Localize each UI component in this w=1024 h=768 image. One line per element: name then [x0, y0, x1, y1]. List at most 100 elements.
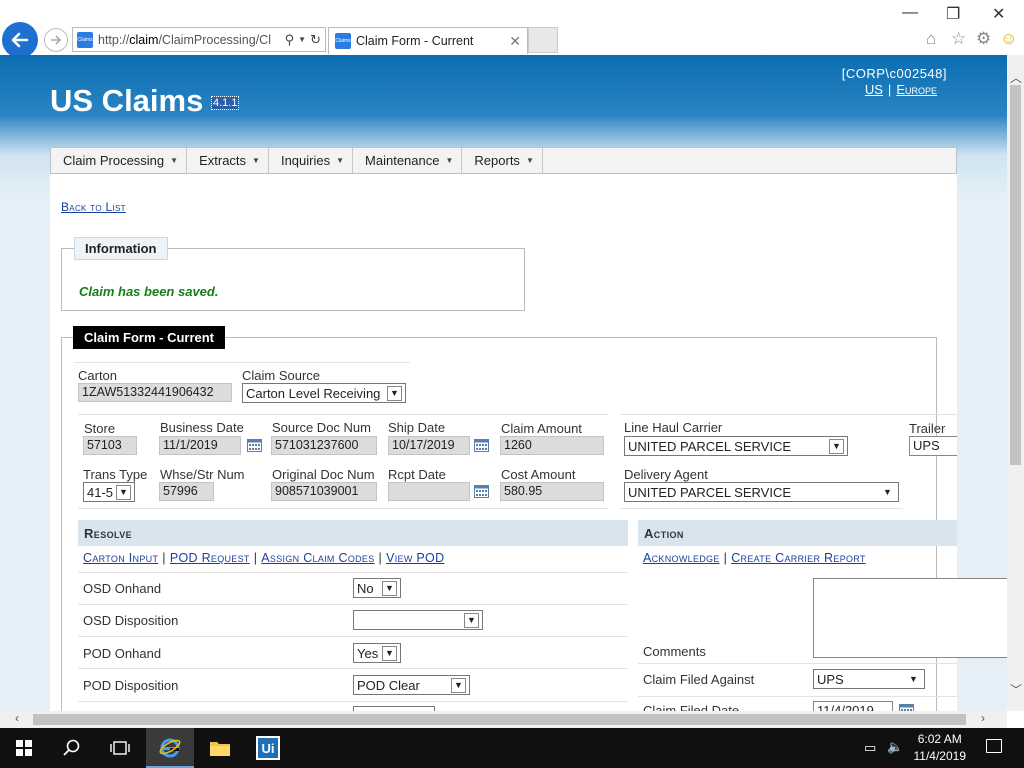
menu-claim-processing[interactable]: Claim Processing ▼ [51, 148, 188, 173]
trailer-input[interactable]: UPS [909, 436, 957, 456]
task-view-icon[interactable] [96, 728, 144, 768]
link-separator: | [378, 551, 383, 565]
divider [78, 636, 628, 637]
menu-reports[interactable]: Reports ▼ [462, 148, 543, 173]
information-panel: Information Claim has been saved. [61, 237, 525, 311]
claim-filed-against-select[interactable]: UPS ▼ [813, 669, 925, 689]
dropdown-arrow-icon[interactable]: ▼ [298, 35, 306, 44]
file-explorer-icon[interactable] [196, 728, 244, 768]
chevron-down-icon: ▼ [382, 645, 397, 661]
back-button[interactable] [2, 22, 38, 58]
rcpt-date-label: Rcpt Date [388, 467, 446, 482]
save-confirmation-message: Claim has been saved. [79, 284, 219, 299]
windows-start-icon[interactable] [0, 728, 48, 768]
osd-onhand-select[interactable]: No ▼ [353, 578, 401, 598]
page-viewport: [CORP\c002548] US | Europe US Claims 4.1.1… [0, 55, 1007, 711]
scroll-down-icon[interactable]: ﹀ [1010, 681, 1022, 698]
claim-source-select[interactable]: Carton Level Receiving ▼ [242, 383, 406, 403]
back-to-list-link[interactable]: Back to List [61, 200, 126, 214]
restore-button[interactable]: ❐ [946, 4, 960, 24]
address-url[interactable]: http://claim/ClaimProcessing/Cl [98, 33, 281, 47]
uipath-icon[interactable]: Ui [244, 728, 292, 768]
selected-value: POD Clear [357, 677, 420, 693]
app-title: US Claims 4.1.1 [50, 83, 240, 119]
menu-extracts[interactable]: Extracts ▼ [187, 148, 269, 173]
settings-gear-icon[interactable]: ⚙ [976, 29, 991, 49]
create-carrier-report-link[interactable]: Create Carrier Report [731, 551, 866, 565]
divider [620, 508, 903, 509]
system-clock[interactable]: 6:02 AM 11/4/2019 [914, 731, 967, 765]
whse-str-num-label: Whse/Str Num [160, 467, 245, 482]
refresh-icon[interactable]: ↻ [310, 32, 321, 48]
divider [78, 604, 628, 605]
pod-onhand-select[interactable]: Yes ▼ [353, 643, 401, 663]
region-link-us[interactable]: US [865, 82, 883, 97]
chevron-down-icon: ▼ [116, 484, 131, 500]
tab-title: Claim Form - Current [356, 34, 474, 48]
osd-disposition-select[interactable]: ▼ [353, 610, 483, 630]
original-doc-num-label: Original Doc Num [272, 467, 375, 482]
claim-filed-date-input[interactable]: 11/4/2019 [813, 701, 893, 711]
search-icon[interactable]: ⚲ [285, 32, 295, 48]
selected-value: Yes [357, 645, 379, 661]
address-bar[interactable]: Claims http://claim/ClaimProcessing/Cl ⚲… [72, 27, 326, 52]
vertical-scroll-thumb[interactable] [1010, 85, 1021, 465]
delivery-agent-select[interactable]: UNITED PARCEL SERVICE ▼ [624, 482, 899, 502]
comments-textarea[interactable] [813, 578, 1007, 658]
horizontal-scroll-thumb[interactable] [33, 714, 966, 725]
internet-explorer-icon[interactable] [146, 728, 194, 768]
close-window-button[interactable]: ✕ [992, 4, 1005, 24]
home-icon[interactable]: ⌂ [926, 29, 936, 49]
menu-inquiries[interactable]: Inquiries ▼ [269, 148, 354, 173]
view-pod-link[interactable]: View POD [386, 551, 444, 565]
action-center-icon[interactable] [986, 739, 1002, 753]
chevron-down-icon: ▼ [909, 674, 918, 684]
osd-onhand-label: OSD Onhand [83, 581, 162, 596]
tab-favicon: Claims [335, 33, 351, 49]
business-date-label: Business Date [160, 420, 244, 435]
minimize-button[interactable]: — [902, 4, 918, 22]
acknowledge-link[interactable]: Acknowledge [643, 551, 720, 565]
caret-down-icon: ▼ [170, 156, 179, 165]
forward-button[interactable] [44, 28, 68, 52]
new-tab-button[interactable] [528, 27, 558, 53]
menu-label: Extracts [199, 153, 247, 168]
calendar-icon[interactable] [474, 485, 489, 498]
divider [78, 701, 628, 702]
pod-request-link[interactable]: POD Request [170, 551, 250, 565]
selected-value: Carton Level Receiving [246, 385, 381, 401]
line-haul-carrier-select[interactable]: UNITED PARCEL SERVICE ▼ [624, 436, 848, 456]
rcpt-date-field [388, 482, 470, 501]
carton-input-link[interactable]: Carton Input [83, 551, 158, 565]
scroll-right-icon[interactable]: › [981, 711, 985, 725]
pod-disposition-select[interactable]: POD Clear ▼ [353, 675, 470, 695]
menu-maintenance[interactable]: Maintenance ▼ [353, 148, 463, 173]
region-link-europe[interactable]: Europe [896, 82, 937, 97]
volume-muted-icon[interactable]: 🔈 [887, 739, 903, 755]
horizontal-scrollbar[interactable]: ‹ › [0, 711, 1007, 728]
menu-label: Inquiries [280, 153, 331, 168]
url-host: claim [129, 32, 159, 47]
favorites-star-icon[interactable]: ☆ [951, 29, 966, 49]
pod-disposition-label: POD Disposition [83, 678, 179, 693]
whse-str-num-field: 57996 [159, 482, 214, 501]
caret-down-icon: ▼ [445, 156, 454, 165]
calendar-icon[interactable] [247, 439, 262, 452]
divider [620, 414, 957, 415]
network-icon[interactable]: ▭ [864, 740, 876, 756]
scroll-left-icon[interactable]: ‹ [15, 711, 19, 725]
chevron-down-icon: ▼ [883, 487, 892, 497]
vertical-scrollbar[interactable]: ︿ ﹀ [1007, 55, 1024, 711]
calendar-icon[interactable] [474, 439, 489, 452]
tab-close-icon[interactable]: ✕ [509, 33, 521, 50]
business-date-field: 11/1/2019 [159, 436, 241, 455]
caret-down-icon: ▼ [525, 156, 534, 165]
assign-claim-codes-link[interactable]: Assign Claim Codes [261, 551, 374, 565]
scroll-up-icon[interactable]: ︿ [1010, 69, 1022, 86]
smiley-feedback-icon[interactable]: ☺ [1000, 29, 1017, 49]
search-icon[interactable] [48, 728, 96, 768]
cost-amount-field: 580.95 [500, 482, 604, 501]
trans-type-select[interactable]: 41-5 ▼ [83, 482, 135, 502]
calendar-icon[interactable] [899, 704, 914, 711]
browser-tab[interactable]: Claims Claim Form - Current ✕ [328, 27, 528, 54]
